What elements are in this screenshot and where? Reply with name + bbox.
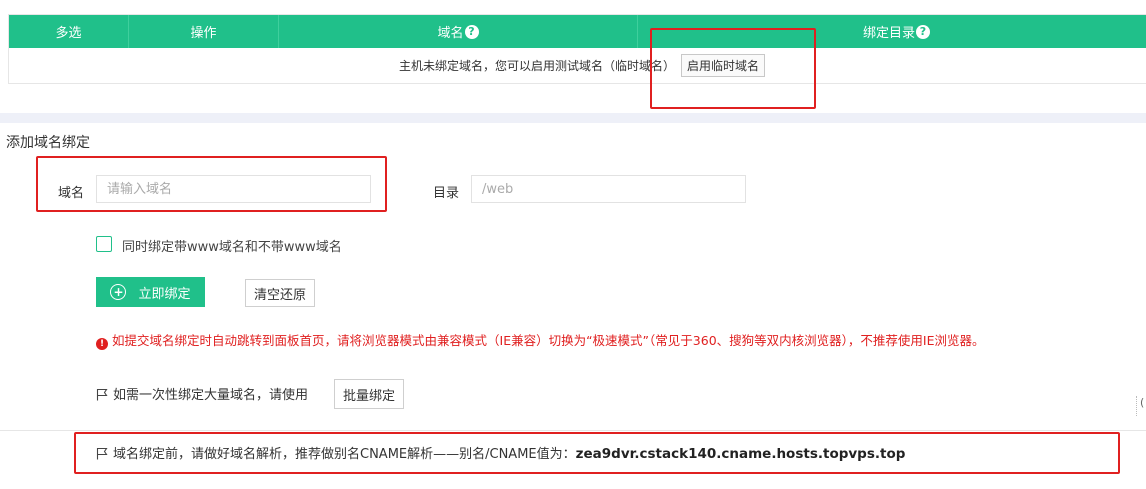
batch-bind-button[interactable]: 批量绑定 [334, 379, 405, 409]
bind-now-label: 立即绑定 [138, 286, 191, 302]
dir-input[interactable] [471, 175, 746, 203]
plus-circle-icon: + [110, 284, 127, 300]
domain-label: 域名 [58, 186, 85, 201]
exclamation-circle-icon: ! [96, 338, 108, 350]
dir-label: 目录 [433, 186, 460, 201]
help-icon[interactable]: ? [916, 24, 930, 39]
bind-now-button[interactable]: + 立即绑定 [96, 277, 205, 307]
divider [0, 430, 1146, 431]
empty-text: 主机未绑定域名，您可以启用测试域名（临时域名） [398, 59, 675, 73]
flag-icon [96, 388, 109, 405]
www-checkbox[interactable] [96, 236, 112, 252]
batch-notice-text: 如需一次性绑定大量域名，请使用 [113, 388, 309, 403]
cname-notice: 域名绑定前，请做好域名解析，推荐做别名CNAME解析——别名/CNAME值为：z… [96, 443, 905, 464]
col-domain: 域名? [279, 15, 638, 48]
domain-input[interactable] [96, 175, 371, 203]
table-header: 多选 操作 域名? 绑定目录? [9, 15, 1146, 48]
cname-value: zea9dvr.cstack140.cname.hosts.topvps.top [575, 446, 906, 462]
col-select-label: 多选 [55, 26, 82, 41]
col-domain-label: 域名 [437, 26, 464, 41]
col-select[interactable]: 多选 [9, 15, 129, 48]
domain-table: 多选 操作 域名? 绑定目录? 主机未绑定域名，您可以启用测试域名（临时域名） … [8, 14, 1146, 84]
batch-notice: 如需一次性绑定大量域名，请使用 [96, 384, 308, 405]
section-divider [0, 113, 1146, 123]
col-dir-label: 绑定目录 [862, 26, 915, 41]
flag-icon [96, 447, 109, 464]
section-title: 添加域名绑定 [6, 135, 90, 151]
enable-temp-domain-button[interactable]: 启用临时域名 [681, 54, 766, 77]
col-dir: 绑定目录? [638, 15, 1146, 48]
reset-button[interactable]: 清空还原 [245, 279, 316, 307]
col-actions: 操作 [129, 15, 279, 48]
browser-warning-text: 如提交域名绑定时自动跳转到面板首页，请将浏览器模式由兼容模式（IE兼容）切换为“… [112, 333, 985, 348]
www-checkbox-label[interactable]: 同时绑定带www域名和不带www域名 [122, 236, 342, 255]
edge-fragment: ( [1136, 396, 1146, 416]
empty-row: 主机未绑定域名，您可以启用测试域名（临时域名） 启用临时域名 [9, 48, 1146, 83]
browser-warning: ! 如提交域名绑定时自动跳转到面板首页，请将浏览器模式由兼容模式（IE兼容）切换为… [96, 330, 984, 350]
help-icon[interactable]: ? [464, 24, 479, 39]
cname-notice-text: 域名绑定前，请做好域名解析，推荐做别名CNAME解析——别名/CNAME值为： [113, 447, 576, 462]
col-actions-label: 操作 [190, 26, 217, 41]
